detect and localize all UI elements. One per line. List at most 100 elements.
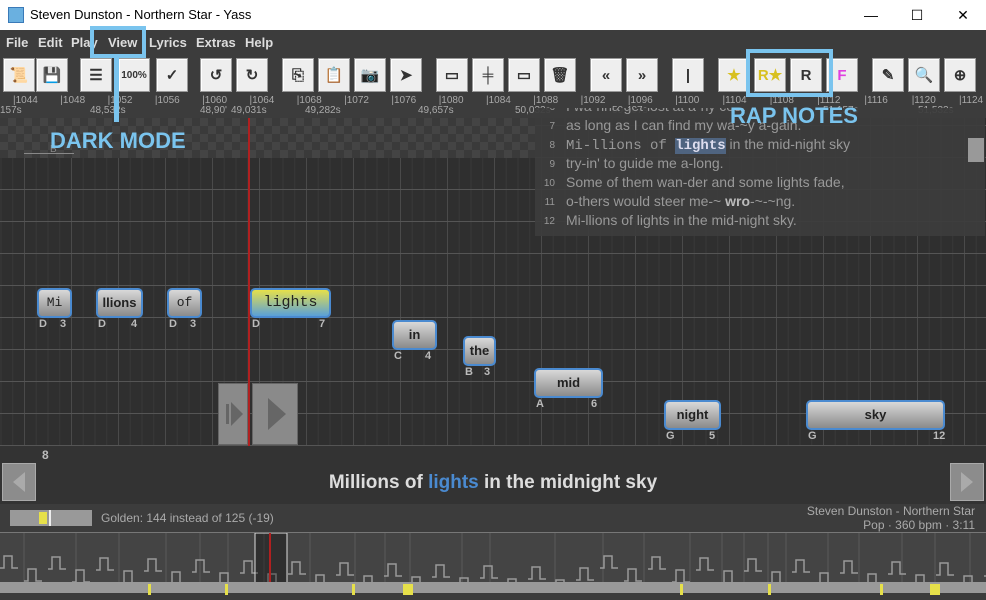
menu-file[interactable]: File bbox=[6, 35, 28, 50]
note-pitch: D bbox=[98, 318, 106, 330]
beat-label: |1124 bbox=[959, 95, 984, 106]
song-timeline[interactable] bbox=[0, 582, 986, 595]
time-label: 49,031s bbox=[231, 105, 267, 116]
toolbar-button[interactable]: 💾 bbox=[36, 58, 68, 92]
note-pitch: C bbox=[394, 350, 402, 362]
lyric-text: try-in' to guide me a-long. bbox=[566, 155, 724, 171]
view-highlight-box bbox=[90, 26, 146, 58]
toolbar-button[interactable]: « bbox=[590, 58, 622, 92]
zoom-one-icon: 🔍 bbox=[914, 67, 934, 84]
toolbar-button[interactable]: ↺ bbox=[200, 58, 232, 92]
beat-label: |1072 bbox=[344, 95, 369, 106]
toolbar-button[interactable]: ▭ bbox=[508, 58, 540, 92]
golden-note-marker bbox=[225, 584, 228, 595]
line-number: 9 bbox=[549, 159, 555, 170]
golden-note-marker bbox=[880, 584, 883, 595]
menu-edit[interactable]: Edit bbox=[38, 35, 63, 50]
beat-label: |1056 bbox=[154, 95, 180, 106]
toolbar-button[interactable]: 🔍 bbox=[908, 58, 940, 92]
time-label: 49,657s bbox=[418, 105, 454, 116]
note[interactable]: mid bbox=[534, 368, 603, 398]
lyric-line[interactable]: Mi-llions of lights in the mid-night sky bbox=[566, 136, 850, 154]
page-break-icon: | bbox=[685, 66, 691, 84]
song-info: Pop · 360 bpm · 3:11 bbox=[863, 518, 975, 532]
toolbar-button[interactable]: ╪ bbox=[472, 58, 504, 92]
toolbar-button[interactable]: ⊕ bbox=[944, 58, 976, 92]
note[interactable]: night bbox=[664, 400, 721, 430]
lyric-text: in the mid-night sky bbox=[725, 136, 851, 152]
toolbar-button[interactable]: 100% bbox=[118, 58, 150, 92]
note[interactable]: the bbox=[463, 336, 496, 366]
copy-icon: ⎘ bbox=[291, 66, 304, 84]
toolbar-button[interactable]: ▭ bbox=[436, 58, 468, 92]
line-number: 11 bbox=[544, 197, 555, 208]
line-number: 6 bbox=[535, 108, 555, 113]
undo-icon: ↺ bbox=[209, 67, 223, 84]
menu-help[interactable]: Help bbox=[245, 35, 273, 50]
toolbar-button[interactable]: ☰ bbox=[80, 58, 112, 92]
beat-label: |1076 bbox=[391, 95, 417, 106]
menu-bar: File Edit Play View Lyrics Extras Help bbox=[0, 30, 986, 54]
line-number: 7 bbox=[549, 121, 555, 132]
rap-notes-annotation: RAP NOTES bbox=[730, 103, 858, 128]
toolbar-button[interactable]: ⎘ bbox=[282, 58, 314, 92]
song-overview[interactable] bbox=[0, 532, 986, 593]
page-number: 8 bbox=[42, 448, 49, 462]
time-label: 48,532s bbox=[90, 105, 126, 116]
toolbar-button[interactable]: 📋 bbox=[318, 58, 350, 92]
playback-cursor[interactable] bbox=[248, 118, 250, 446]
lyric-line[interactable]: I wa-nna get lost at a-ny cost bbox=[566, 108, 745, 114]
line-text: Millions of bbox=[328, 472, 429, 493]
golden-icon: ★ bbox=[727, 67, 741, 84]
toolbar-button[interactable]: 📷 bbox=[354, 58, 386, 92]
toolbar-button[interactable]: 📜 bbox=[3, 58, 35, 92]
toolbar-button[interactable]: ✓ bbox=[156, 58, 188, 92]
maximize-button[interactable]: ☐ bbox=[894, 0, 940, 30]
toolbar-button[interactable]: ➤ bbox=[390, 58, 422, 92]
lyric-text: Mi-llions of lights in the mid-night sky… bbox=[566, 212, 797, 228]
toolbar-button[interactable]: 🗑 bbox=[544, 58, 576, 92]
status-bar: Golden: 144 instead of 125 (-19) Steven … bbox=[0, 504, 986, 532]
note[interactable]: lights bbox=[250, 288, 331, 318]
select-icon: ➤ bbox=[399, 67, 413, 84]
note[interactable]: of bbox=[167, 288, 202, 318]
lyrics-scrollbar[interactable] bbox=[968, 138, 984, 162]
close-button[interactable]: ✕ bbox=[940, 0, 986, 30]
beat-label: |1084 bbox=[486, 95, 511, 106]
note-pitch: D bbox=[39, 318, 47, 330]
check-icon: ✓ bbox=[165, 67, 179, 84]
note-length: 7 bbox=[319, 318, 326, 330]
play-page-button[interactable] bbox=[218, 383, 248, 445]
menu-lyrics[interactable]: Lyrics bbox=[149, 35, 187, 50]
lyric-line[interactable]: o-thers would steer me-~ wro-~-~ng. bbox=[566, 193, 795, 209]
save-icon: 💾 bbox=[42, 67, 62, 84]
note[interactable]: in bbox=[392, 320, 437, 350]
toolbar-button[interactable]: » bbox=[626, 58, 658, 92]
note-length: 4 bbox=[425, 350, 432, 362]
toolbar-button[interactable]: ↻ bbox=[236, 58, 268, 92]
dark-mode-annotation: DARK MODE bbox=[50, 128, 186, 153]
lyric-line[interactable]: Some of them wan-der and some lights fad… bbox=[566, 174, 845, 190]
golden-note-marker bbox=[403, 584, 413, 595]
minimize-button[interactable]: — bbox=[848, 0, 894, 30]
golden-note-marker bbox=[352, 584, 355, 595]
note-pitch: D bbox=[252, 318, 260, 330]
note[interactable]: Mi bbox=[37, 288, 72, 318]
note[interactable]: sky bbox=[806, 400, 945, 430]
note-pitch: D bbox=[169, 318, 177, 330]
lyric-line[interactable]: Mi-llions of lights in the mid-night sky… bbox=[566, 212, 797, 228]
note-length: 4 bbox=[131, 318, 138, 330]
golden-note-marker bbox=[680, 584, 683, 595]
play-button[interactable] bbox=[252, 383, 298, 445]
note-pitch: A bbox=[536, 398, 544, 410]
line-number: 12 bbox=[543, 216, 555, 227]
beat-label: |1100 bbox=[675, 95, 700, 106]
menu-extras[interactable]: Extras bbox=[196, 35, 236, 50]
snapshot-icon: 📷 bbox=[360, 67, 380, 84]
lyric-line[interactable]: try-in' to guide me a-long. bbox=[566, 155, 724, 171]
add-note-icon: ▭ bbox=[516, 67, 532, 84]
note-pitch: G bbox=[666, 430, 675, 442]
toolbar-button[interactable]: | bbox=[672, 58, 704, 92]
note[interactable]: llions bbox=[96, 288, 143, 318]
toolbar-button[interactable]: ✎ bbox=[872, 58, 904, 92]
